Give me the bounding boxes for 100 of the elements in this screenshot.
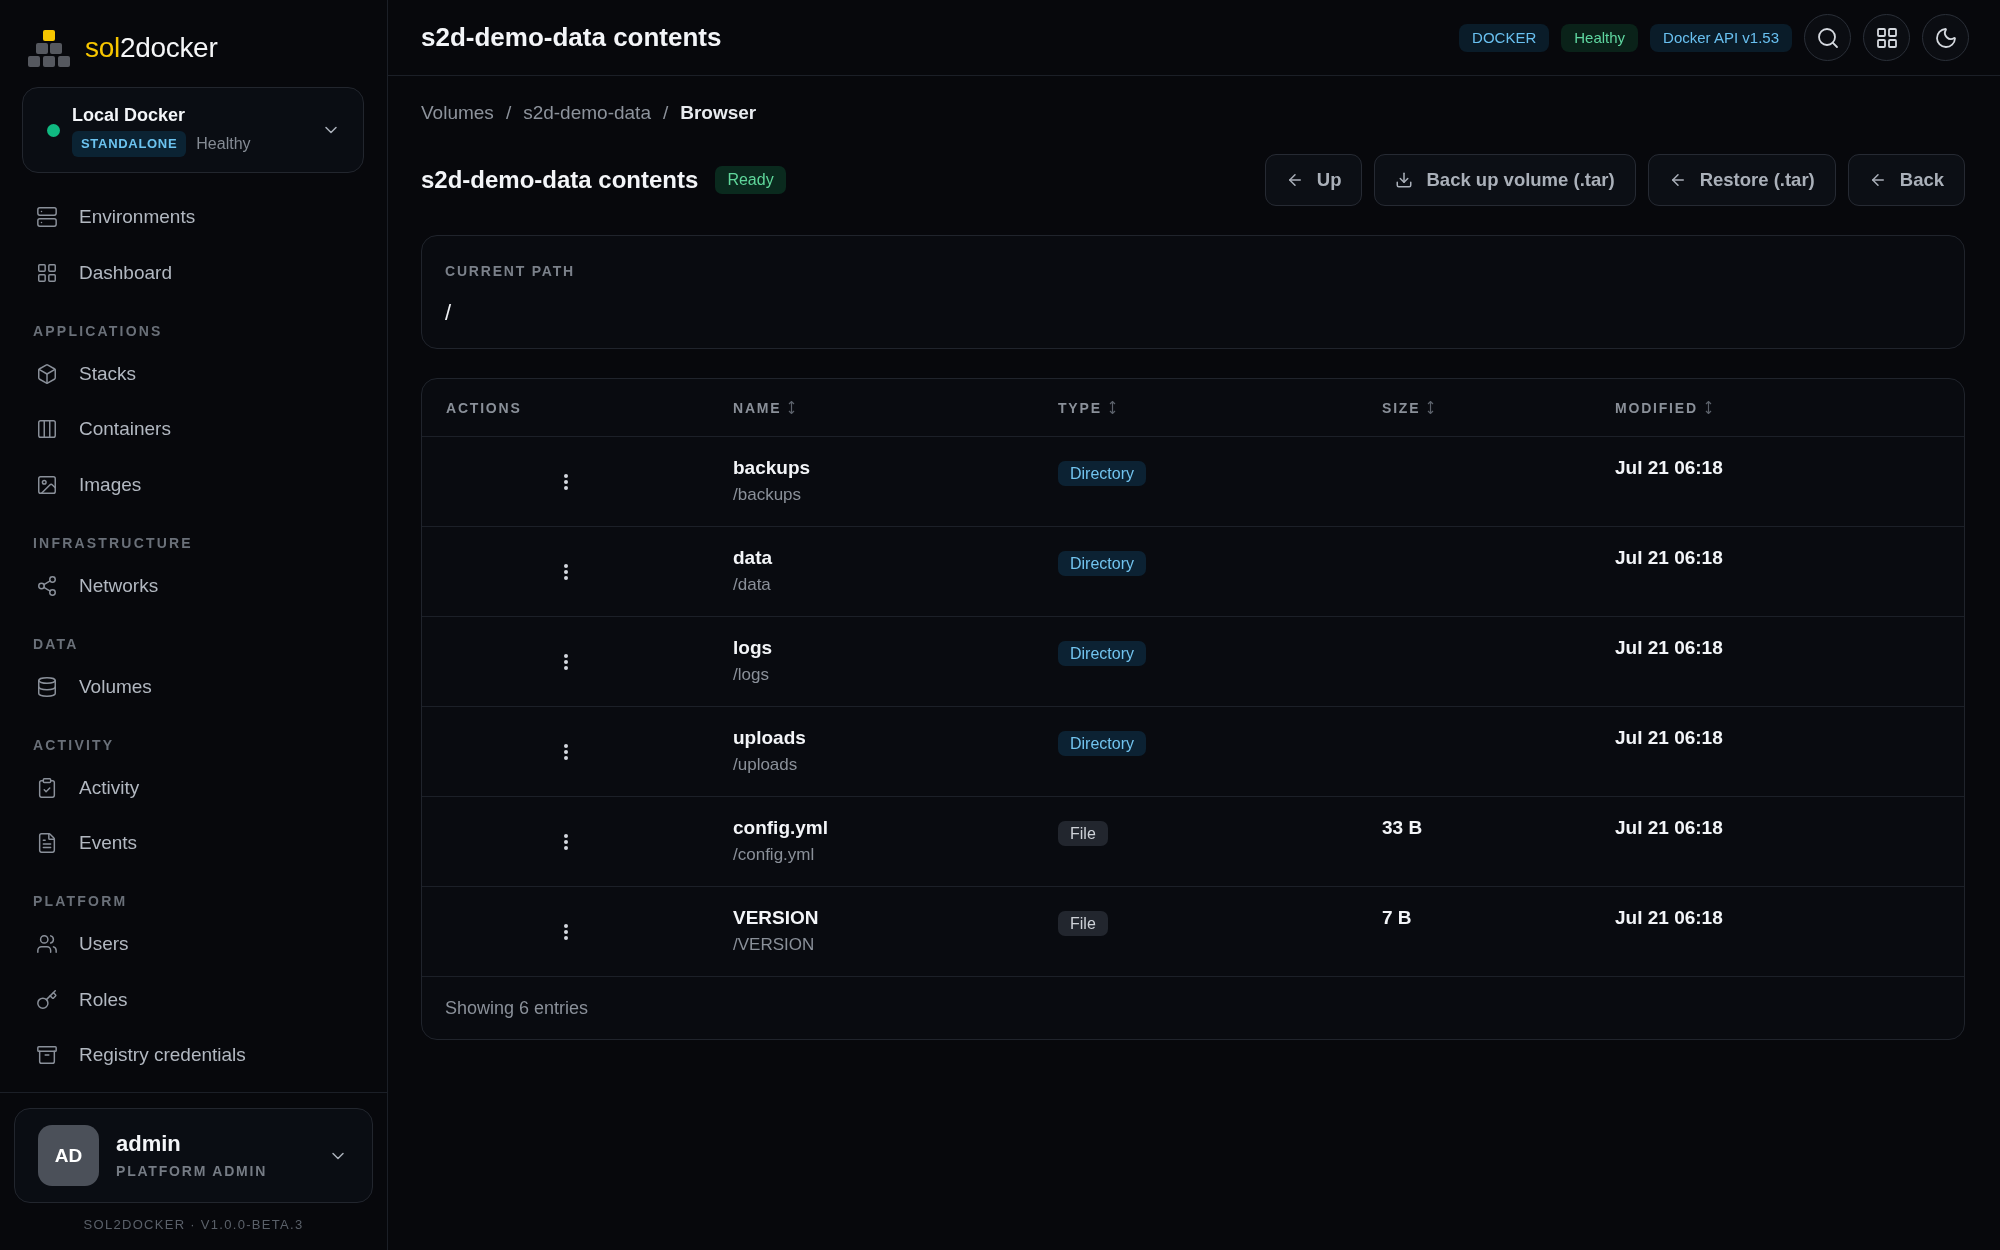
nav-item[interactable]: Registry credentials [22,1032,365,1078]
more-icon [563,743,568,760]
breadcrumb-current: Browser [680,101,757,125]
action-button[interactable]: Back up volume (.tar) [1374,154,1636,206]
file-path: /uploads [733,754,798,776]
server-icon [36,206,58,228]
modified-time: Jul 21 06:18 [1615,906,1723,930]
file-name: backups [733,456,811,480]
type-badge: Directory [1058,731,1146,756]
user-menu[interactable]: AD admin PLATFORM ADMIN [14,1108,373,1203]
share-nodes-icon [36,574,58,597]
nav-item[interactable]: Environments [22,194,365,240]
section-label: DATA [32,634,79,653]
action-button[interactable]: Back [1847,154,1965,206]
environment-name: Local Docker [72,103,186,126]
modified-time: Jul 21 06:18 [1615,816,1723,840]
search-icon [1815,25,1840,50]
environment-status: Healthy [196,134,251,153]
more-icon [563,563,568,580]
modified-time: Jul 21 06:18 [1615,636,1723,660]
action-button[interactable]: Up [1264,154,1363,206]
column-header: ACTIONS [446,399,522,416]
file-size: 33 B [1382,816,1423,840]
section-label: INFRASTRUCTURE [32,533,193,552]
section-label: APPLICATIONS [32,321,163,340]
column-header[interactable]: TYPE [1058,399,1116,416]
file-path: /config.yml [733,844,815,866]
entries-count: Showing 6 entries [445,997,589,1019]
document-icon [36,832,58,854]
moon-icon [1933,25,1958,50]
file-name: VERSION [733,906,819,930]
file-name: uploads [733,726,806,750]
avatar: AD [38,1125,99,1186]
sort-icon [1427,401,1435,414]
type-badge: Directory [1058,461,1146,486]
file-path: /VERSION [733,934,815,956]
user-name: admin [116,1131,181,1157]
nav-item[interactable]: Events [22,820,365,866]
status-badge: Ready [715,166,786,194]
nav-item[interactable]: Networks [22,562,365,609]
nav-item[interactable]: Images [22,461,365,508]
column-header[interactable]: MODIFIED [1615,399,1712,416]
nav-item[interactable]: Users [22,921,365,967]
cube-icon [36,362,58,385]
section-label: PLATFORM [32,892,128,910]
grid-icon [1874,25,1899,50]
type-badge: Directory [1058,641,1146,666]
brand-name: sol2docker [85,31,218,65]
download-icon [1395,171,1414,189]
column-header[interactable]: SIZE [1382,399,1435,416]
path-value: / [445,300,452,326]
breadcrumb-link[interactable]: Volumes [421,101,494,125]
users-icon [36,933,58,955]
type-badge: File [1058,821,1108,846]
grid-icon [36,261,58,284]
header-title: s2d-demo-data contents [421,22,722,53]
search-button[interactable] [1804,14,1851,61]
version-text: SOL2DOCKER · V1.0.0-BETA.3 [83,1217,304,1233]
column-header[interactable]: NAME [733,399,796,416]
more-icon [563,473,568,490]
page-title: s2d-demo-data contents [421,166,699,194]
file-name: logs [733,636,773,660]
nav-item[interactable]: Containers [22,406,365,452]
columns-icon [36,418,58,440]
type-badge: File [1058,911,1108,936]
clipboard-check-icon [36,776,58,799]
sort-icon [1108,401,1116,414]
user-role: PLATFORM ADMIN [116,1162,268,1180]
apps-button[interactable] [1863,14,1910,61]
environment-switcher[interactable]: Local Docker STANDALONE Healthy [22,87,364,173]
action-button[interactable]: Restore (.tar) [1647,154,1836,206]
nav-item[interactable]: Roles [22,976,365,1023]
more-icon [563,653,568,670]
nav-item[interactable]: Stacks [22,350,365,397]
sort-icon [1704,401,1712,414]
archive-icon [36,1044,58,1066]
logo-icon [28,29,70,67]
breadcrumb-separator: / [505,101,512,125]
file-path: /backups [733,484,802,506]
status-badge: DOCKER [1459,23,1550,52]
nav-item[interactable]: Activity [22,764,365,811]
sort-icon [788,401,796,414]
nav-item[interactable]: Volumes [22,663,365,710]
nav-item[interactable]: Dashboard [22,249,365,296]
mode-badge: STANDALONE [72,130,187,157]
modified-time: Jul 21 06:18 [1615,546,1723,570]
breadcrumb-separator: / [662,101,669,125]
file-name: data [733,546,773,570]
file-size: 7 B [1382,906,1412,930]
modified-time: Jul 21 06:18 [1615,456,1723,480]
theme-button[interactable] [1922,14,1969,61]
type-badge: Directory [1058,551,1146,576]
database-icon [36,675,58,698]
image-icon [36,473,58,496]
path-label: CURRENT PATH [445,262,575,281]
breadcrumb-link[interactable]: s2d-demo-data [523,101,651,125]
file-path: /logs [733,664,769,686]
status-badge: Healthy [1561,23,1639,52]
more-icon [563,833,568,850]
file-path: /data [733,574,771,596]
